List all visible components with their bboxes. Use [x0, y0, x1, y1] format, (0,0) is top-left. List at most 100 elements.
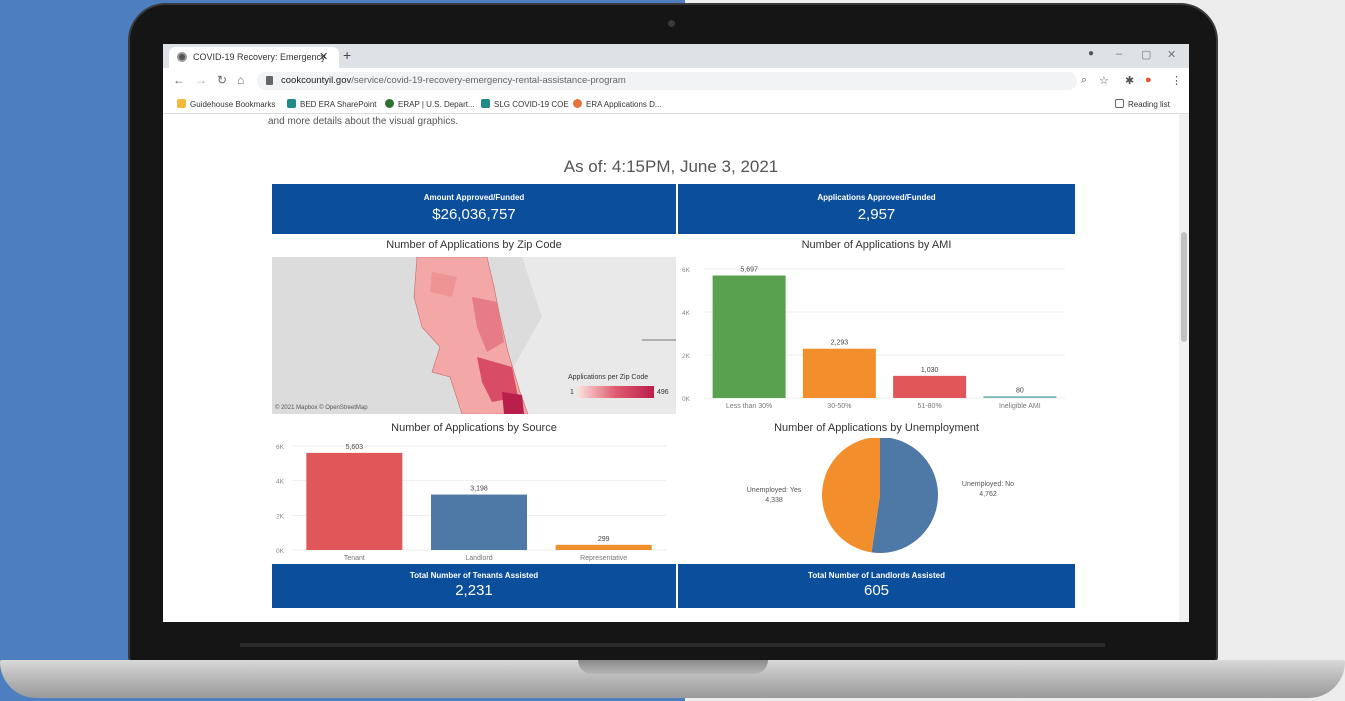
zip-code-map[interactable]: Applications per Zip Code 1 496 © 2021 M… — [272, 257, 676, 414]
app-icon — [573, 99, 582, 108]
sharepoint-icon — [481, 99, 490, 108]
reload-icon[interactable]: ↻ — [217, 73, 227, 87]
pie-slice — [871, 438, 938, 553]
extension-fox-icon[interactable]: ● — [1145, 74, 1152, 86]
kpi-label: Amount Approved/Funded — [423, 193, 525, 202]
bookmark-slg[interactable]: SLG COVID-19 COE — [481, 99, 569, 109]
kpi-label: Total Number of Tenants Assisted — [409, 571, 539, 580]
bar — [712, 275, 786, 398]
unemployment-pie-chart: Unemployed: No 4,762 Unemployed: Yes 4,338 — [747, 438, 1014, 553]
lock-icon — [266, 76, 273, 85]
x-category-label: Ineligible AMI — [999, 403, 1041, 410]
y-tick-label: 4K — [682, 310, 691, 317]
forward-icon[interactable]: → — [195, 73, 207, 87]
bar-value-label: 3,198 — [470, 486, 488, 493]
kpi-value: 2,957 — [857, 206, 896, 223]
bar-value-label: 299 — [598, 536, 610, 543]
x-category-label: Representative — [580, 555, 627, 562]
new-tab-icon[interactable]: + — [343, 47, 351, 63]
pie-category-label: Unemployed: Yes — [747, 487, 802, 494]
map-legend-min: 1 — [570, 389, 574, 396]
address-bar[interactable]: cookcountyil.gov/service/covid-19-recove… — [257, 72, 1077, 90]
url-domain: cookcountyil.gov — [281, 75, 352, 86]
bookmark-guidehouse[interactable]: Guidehouse Bookmarks — [177, 99, 275, 109]
camera-icon — [668, 20, 675, 27]
star-icon[interactable]: ☆ — [1099, 74, 1109, 87]
minimize-icon[interactable]: – — [1116, 48, 1122, 60]
reading-list-icon — [1115, 99, 1124, 108]
bookmarks-bar: Guidehouse Bookmarks BED ERA SharePoint … — [163, 94, 1189, 114]
maximize-icon[interactable]: ▢ — [1141, 48, 1151, 61]
y-tick-label: 2K — [276, 513, 285, 520]
map-legend-max: 496 — [657, 389, 669, 396]
scrollbar[interactable] — [1179, 114, 1189, 622]
close-window-icon[interactable]: ✕ — [1167, 48, 1176, 61]
bookmark-era-apps[interactable]: ERA Applications D... — [573, 99, 662, 109]
map-attribution: © 2021 Mapbox © OpenStreetMap — [275, 405, 368, 411]
bar — [983, 396, 1057, 398]
bar-value-label: 5,697 — [740, 267, 758, 274]
y-tick-label: 6K — [276, 444, 285, 451]
home-icon[interactable]: ⌂ — [237, 73, 244, 87]
back-icon[interactable]: ← — [173, 73, 185, 87]
menu-icon[interactable]: ⋮ — [1171, 74, 1182, 87]
pie-value-label: 4,338 — [765, 497, 783, 504]
source-bar-chart: 0K 2K 4K 6K 5,603 Tenant 3,198 Landlord 299 Repre… — [276, 444, 666, 562]
url-path: /service/covid-19-recovery-emergency-ren… — [351, 75, 626, 86]
kpi-value: 2,231 — [455, 582, 493, 599]
y-tick-label: 6K — [682, 267, 691, 274]
bar-value-label: 80 — [1016, 387, 1024, 394]
kpi-label: Applications Approved/Funded — [817, 193, 936, 202]
bar-value-label: 1,030 — [921, 367, 939, 374]
laptop-notch — [578, 660, 768, 674]
toolbar: ← → ↻ ⌂ cookcountyil.gov/service/covid-1… — [163, 68, 1189, 94]
bar-value-label: 5,603 — [346, 444, 364, 451]
browser-tab[interactable]: COVID-19 Recovery: Emergency ✕ — [169, 47, 339, 68]
bar-value-label: 2,293 — [831, 340, 849, 347]
kpi-label: Total Number of Landlords Assisted — [808, 571, 945, 580]
scroll-thumb[interactable] — [1181, 232, 1187, 342]
treasury-icon — [385, 99, 394, 108]
y-tick-label: 2K — [682, 353, 691, 360]
x-category-label: Landlord — [465, 555, 492, 562]
zip-cluster-max — [502, 392, 524, 414]
kpi-value: 605 — [863, 582, 890, 599]
y-tick-label: 0K — [682, 396, 691, 403]
bar — [802, 348, 876, 398]
map-title: Number of Applications by Zip Code — [386, 239, 562, 251]
map-legend-gradient — [578, 386, 654, 398]
browser-window: COVID-19 Recovery: Emergency ✕ + ● – ▢ ✕… — [163, 44, 1189, 622]
kpi-tenants: Total Number of Tenants Assisted 2,231 — [272, 564, 676, 608]
close-tab-icon[interactable]: ✕ — [319, 50, 328, 63]
bookmark-bed-era[interactable]: BED ERA SharePoint — [287, 99, 376, 109]
x-category-label: 51-80% — [918, 403, 942, 410]
bar — [431, 494, 527, 550]
profile-icon[interactable]: ● — [1088, 48, 1094, 59]
sharepoint-icon — [287, 99, 296, 108]
x-category-label: Tenant — [344, 555, 365, 562]
pie-category-label: Unemployed: No — [962, 481, 1014, 488]
y-tick-label: 0K — [276, 548, 285, 555]
bar — [555, 544, 652, 550]
as-of-timestamp: As of: 4:15PM, June 3, 2021 — [563, 157, 779, 176]
ami-bar-chart: 0K 2K 4K 6K 5,697 Less than 30% 2,293 30-50% 1,0… — [682, 267, 1065, 410]
zoom-icon[interactable]: ⌕ — [1081, 74, 1087, 87]
cook-county-seal-icon — [177, 52, 187, 62]
tab-bar: COVID-19 Recovery: Emergency ✕ + ● – ▢ ✕ — [163, 44, 1189, 68]
page-content: and more details about the visual graphi… — [163, 114, 1179, 622]
reading-list-button[interactable]: Reading list — [1115, 99, 1170, 109]
intro-text: and more details about the visual graphi… — [268, 116, 459, 127]
tab-title: COVID-19 Recovery: Emergency — [193, 52, 326, 62]
map-legend-title: Applications per Zip Code — [568, 374, 649, 381]
pie-slice — [822, 438, 880, 553]
bookmark-erap[interactable]: ERAP | U.S. Depart... — [385, 99, 475, 109]
pie-value-label: 4,762 — [979, 491, 997, 498]
bar — [893, 375, 967, 398]
y-tick-label: 4K — [276, 479, 285, 486]
kpi-amount: Amount Approved/Funded $26,036,757 — [272, 184, 676, 234]
extensions-icon[interactable]: ✱ — [1125, 74, 1134, 87]
bezel-strip — [240, 643, 1105, 647]
kpi-value: $26,036,757 — [432, 206, 516, 223]
x-category-label: Less than 30% — [726, 403, 772, 410]
source-chart-title: Number of Applications by Source — [391, 422, 557, 434]
